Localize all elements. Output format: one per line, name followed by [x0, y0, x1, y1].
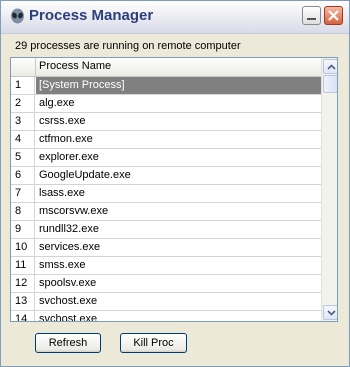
row-number: 9: [11, 221, 35, 238]
process-name: ctfmon.exe: [39, 133, 93, 145]
table-row[interactable]: 11 smss.exe: [11, 257, 321, 275]
table-row[interactable]: 9 rundll32.exe: [11, 221, 321, 239]
table-rows: 1 [System Process] 2 alg.exe 3 csrss.exe 4 ctfm…: [11, 77, 321, 322]
close-icon: [328, 10, 339, 21]
process-name: mscorsvw.exe: [39, 205, 109, 217]
row-number: 8: [11, 203, 35, 220]
table-row[interactable]: 8 mscorsvw.exe: [11, 203, 321, 221]
close-button[interactable]: [324, 6, 343, 25]
chevron-down-icon: [327, 310, 336, 316]
minimize-button[interactable]: [302, 6, 321, 25]
table-row[interactable]: 4 ctfmon.exe: [11, 131, 321, 149]
row-number: 14: [11, 311, 35, 321]
process-manager-window: Process Manager 29 processes are running…: [0, 0, 350, 367]
scroll-down-button[interactable]: [323, 305, 337, 320]
process-name: alg.exe: [39, 97, 75, 109]
row-number: 4: [11, 131, 35, 148]
process-name: csrss.exe: [39, 115, 86, 127]
process-table[interactable]: Process Name 1 [System Process] 2 alg.exe 3 c…: [10, 57, 338, 322]
process-name: lsass.exe: [39, 187, 85, 199]
minimize-icon: [307, 18, 316, 20]
kill-process-button[interactable]: Kill Proc: [120, 333, 187, 353]
table-row[interactable]: 5 explorer.exe: [11, 149, 321, 167]
row-number: 5: [11, 149, 35, 166]
table-header: Process Name: [11, 58, 321, 77]
table-row[interactable]: 2 alg.exe: [11, 95, 321, 113]
window-title: Process Manager: [29, 7, 154, 24]
scroll-up-button[interactable]: [323, 59, 337, 74]
process-count-status: 29 processes are running on remote compu…: [15, 40, 241, 52]
process-name: explorer.exe: [39, 151, 99, 163]
table-row[interactable]: 3 csrss.exe: [11, 113, 321, 131]
table-row[interactable]: 13 svchost.exe: [11, 293, 321, 311]
process-name: smss.exe: [39, 259, 86, 271]
chevron-up-icon: [327, 64, 336, 70]
vertical-scrollbar[interactable]: [321, 58, 337, 321]
process-name: [System Process]: [39, 79, 125, 91]
row-number: 2: [11, 95, 35, 112]
row-number: 6: [11, 167, 35, 184]
process-name: GoogleUpdate.exe: [39, 169, 131, 181]
row-number: 13: [11, 293, 35, 310]
row-number: 11: [11, 257, 35, 274]
table-row[interactable]: 12 spoolsv.exe: [11, 275, 321, 293]
row-number-header[interactable]: [11, 58, 36, 76]
table-row[interactable]: 7 lsass.exe: [11, 185, 321, 203]
process-name: svchost.exe: [39, 295, 98, 307]
table-row[interactable]: 14 svchost.exe: [11, 311, 321, 322]
process-name: svchost.exe: [39, 313, 98, 322]
row-number: 12: [11, 275, 35, 292]
title-bar[interactable]: Process Manager: [1, 1, 349, 34]
scrollbar-thumb[interactable]: [323, 75, 337, 93]
table-row[interactable]: 10 services.exe: [11, 239, 321, 257]
table-row[interactable]: 1 [System Process]: [11, 77, 321, 95]
row-number: 7: [11, 185, 35, 202]
alien-icon: [9, 8, 26, 25]
process-name: services.exe: [39, 241, 101, 253]
column-header-process-name[interactable]: Process Name: [39, 60, 111, 72]
row-number: 10: [11, 239, 35, 256]
refresh-button[interactable]: Refresh: [35, 333, 101, 353]
table-row[interactable]: 6 GoogleUpdate.exe: [11, 167, 321, 185]
process-name: rundll32.exe: [39, 223, 99, 235]
row-number: 3: [11, 113, 35, 130]
row-number: 1: [11, 77, 35, 94]
process-name: spoolsv.exe: [39, 277, 97, 289]
